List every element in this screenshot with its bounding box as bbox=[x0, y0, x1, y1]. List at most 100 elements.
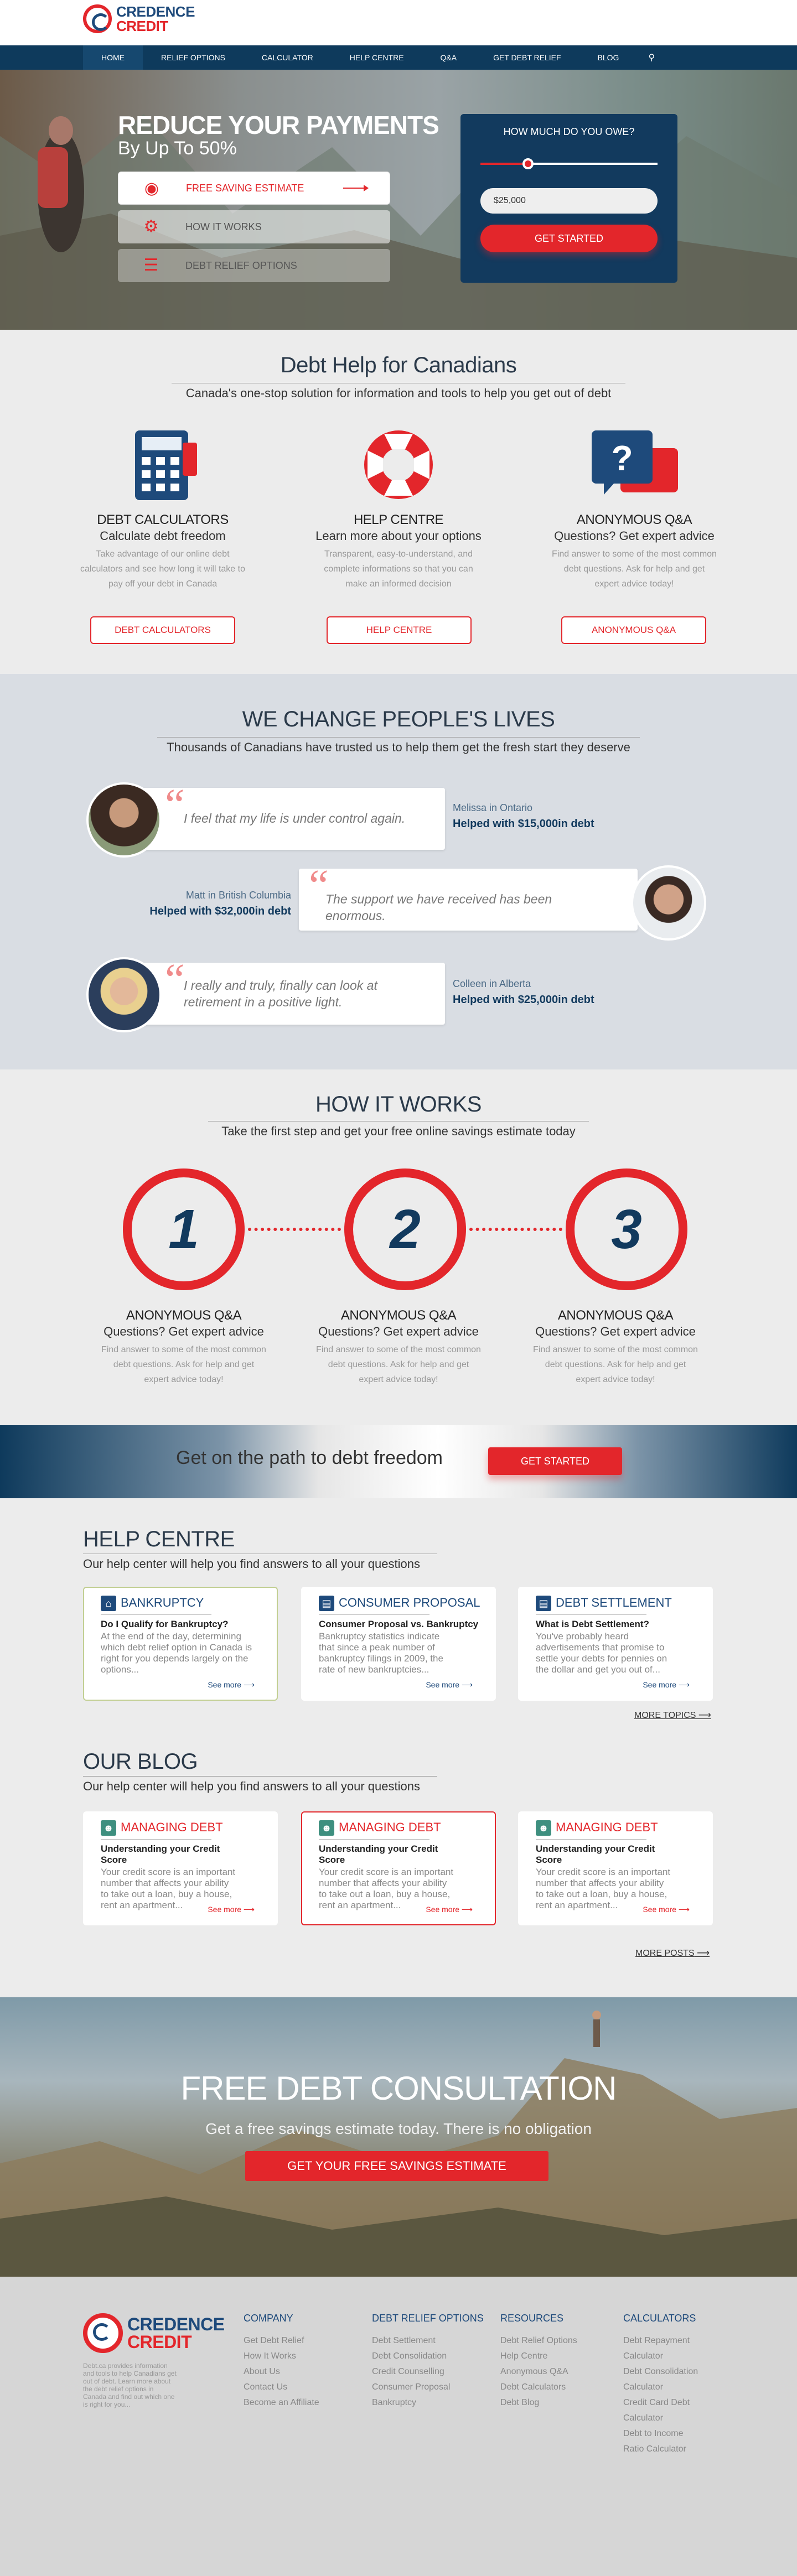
how-it-works-subtitle: Take the first step and get your free on… bbox=[221, 1124, 576, 1138]
see-more-link[interactable]: See more ⟶ bbox=[426, 1905, 473, 1914]
debt-calculators-button[interactable]: DEBT CALCULATORS bbox=[90, 616, 235, 644]
footer-link[interactable]: Debt Settlement bbox=[372, 2333, 484, 2349]
see-more-link[interactable]: See more ⟶ bbox=[208, 1680, 255, 1690]
see-more-link[interactable]: See more ⟶ bbox=[643, 1905, 690, 1914]
arrow-right-icon bbox=[343, 185, 369, 191]
footer-link[interactable]: Debt Consolidation Calculator bbox=[623, 2364, 706, 2395]
logo-text-line2: CREDIT bbox=[116, 18, 168, 34]
help-centre-button[interactable]: HELP CENTRE bbox=[327, 616, 472, 644]
nav-calculator[interactable]: CALCULATOR bbox=[244, 45, 332, 70]
logo-text-line1: CREDENCE bbox=[116, 3, 195, 20]
see-more-label: See more bbox=[426, 1680, 460, 1689]
see-more-link[interactable]: See more ⟶ bbox=[643, 1680, 690, 1690]
hero-section: REDUCE YOUR PAYMENTS By Up To 50% ◉ FREE… bbox=[0, 70, 797, 330]
debt-amount-input[interactable] bbox=[480, 188, 658, 214]
step-number-3: 3 bbox=[566, 1168, 687, 1290]
testimonials-subtitle: Thousands of Canadians have trusted us t… bbox=[167, 740, 630, 754]
footer-link[interactable]: Contact Us bbox=[244, 2380, 319, 2395]
footer-link[interactable]: How It Works bbox=[244, 2349, 319, 2364]
free-saving-estimate-button[interactable]: ◉ FREE SAVING ESTIMATE bbox=[118, 172, 390, 205]
banner-get-started-button[interactable]: GET STARTED bbox=[488, 1447, 622, 1475]
free-savings-estimate-button[interactable]: GET YOUR FREE SAVINGS ESTIMATE bbox=[245, 2151, 548, 2181]
footer-link[interactable]: Bankruptcy bbox=[372, 2395, 484, 2411]
footer-link[interactable]: Get Debt Relief bbox=[244, 2333, 319, 2349]
help-card-consumer-proposal[interactable]: ▤ CONSUMER PROPOSAL Consumer Proposal vs.… bbox=[301, 1587, 496, 1701]
divider bbox=[157, 737, 640, 738]
card-question: What is Debt Settlement? bbox=[536, 1619, 649, 1629]
step-subtitle: Questions? Get expert advice bbox=[318, 1325, 479, 1338]
step-subtitle: Questions? Get expert advice bbox=[103, 1325, 264, 1338]
debt-calculators-column: DEBT CALCULATORS Calculate debt freedom … bbox=[63, 512, 262, 591]
search-icon[interactable]: ⚲ bbox=[648, 52, 655, 63]
footer-link[interactable]: Debt Consolidation bbox=[372, 2349, 484, 2364]
footer-link[interactable]: Become an Affiliate bbox=[244, 2395, 319, 2411]
nav-home[interactable]: HOME bbox=[83, 45, 143, 70]
card-text: You've probably heard advertisements tha… bbox=[536, 1631, 667, 1675]
help-card-bankruptcy[interactable]: ⌂ BANKRUPTCY Do I Qualify for Bankruptcy?… bbox=[83, 1587, 278, 1701]
card-question: Understanding your Credit Score bbox=[536, 1843, 655, 1865]
see-more-link[interactable]: See more ⟶ bbox=[208, 1905, 255, 1914]
blog-card-1[interactable]: ☻ MANAGING DEBT Understanding your Credit… bbox=[83, 1811, 278, 1925]
more-posts-link[interactable]: MORE POSTS ⟶ bbox=[635, 1947, 710, 1959]
debt-relief-options-button[interactable]: ☰ DEBT RELIEF OPTIONS bbox=[118, 249, 390, 282]
testimonial-debt: Helped with $15,000in debt bbox=[453, 818, 594, 830]
nav-help-centre[interactable]: HELP CENTRE bbox=[332, 45, 422, 70]
footer-link[interactable]: Credit Card Debt Calculator bbox=[623, 2395, 706, 2426]
more-topics-link[interactable]: MORE TOPICS ⟶ bbox=[634, 1710, 711, 1721]
footer-logo[interactable]: CREDENCE CREDIT bbox=[83, 2313, 225, 2353]
document-icon: ▤ bbox=[536, 1596, 551, 1611]
get-started-button[interactable]: GET STARTED bbox=[480, 225, 658, 252]
footer-column-title: DEBT RELIEF OPTIONS bbox=[372, 2313, 484, 2324]
footer-link[interactable]: Help Centre bbox=[500, 2349, 577, 2364]
card-text: At the end of the day, determining which… bbox=[101, 1631, 252, 1675]
site-logo[interactable]: CREDENCE CREDIT bbox=[83, 4, 195, 33]
card-text: Bankruptcy statistics indicate that sinc… bbox=[319, 1631, 443, 1675]
blog-card-2[interactable]: ☻ MANAGING DEBT Understanding your Credit… bbox=[301, 1811, 496, 1925]
footer-link[interactable]: Anonymous Q&A bbox=[500, 2364, 577, 2380]
gears-icon: ⚙ bbox=[143, 217, 159, 236]
question-bubble-icon: ? bbox=[535, 426, 734, 517]
debt-slider-thumb[interactable] bbox=[522, 158, 534, 169]
footer-column-calculators: CALCULATORS Debt Repayment Calculator De… bbox=[623, 2313, 706, 2457]
see-more-label: See more bbox=[426, 1905, 460, 1914]
footer-description: Debt.ca provides information and tools t… bbox=[83, 2362, 177, 2408]
footer-link[interactable]: Debt Repayment Calculator bbox=[623, 2333, 706, 2364]
svg-text:?: ? bbox=[611, 438, 633, 478]
debt-amount-title: HOW MUCH DO YOU OWE? bbox=[503, 126, 635, 137]
footer-link[interactable]: Debt Calculators bbox=[500, 2380, 577, 2395]
footer-link[interactable]: Debt Relief Options bbox=[500, 2333, 577, 2349]
blog-subheading: Our help center will help you find answe… bbox=[83, 1779, 420, 1793]
coins-icon: ☰ bbox=[143, 256, 159, 274]
see-more-link[interactable]: See more ⟶ bbox=[426, 1680, 473, 1690]
nav-relief-options[interactable]: RELIEF OPTIONS bbox=[143, 45, 244, 70]
nav-qa[interactable]: Q&A bbox=[422, 45, 475, 70]
footer-link[interactable]: Debt to Income Ratio Calculator bbox=[623, 2426, 706, 2457]
footer-link[interactable]: Consumer Proposal bbox=[372, 2380, 484, 2395]
how-it-works-label: HOW IT WORKS bbox=[185, 221, 262, 232]
help-card-debt-settlement[interactable]: ▤ DEBT SETTLEMENT What is Debt Settlement… bbox=[518, 1587, 713, 1701]
column-title: HELP CENTRE bbox=[353, 512, 444, 527]
card-tag: MANAGING DEBT bbox=[556, 1820, 658, 1834]
testimonial-quote: I feel that my life is under control aga… bbox=[184, 811, 406, 825]
blog-card-3[interactable]: ☻ MANAGING DEBT Understanding your Credit… bbox=[518, 1811, 713, 1925]
avatar bbox=[86, 782, 162, 858]
nav-get-debt-relief[interactable]: GET DEBT RELIEF bbox=[475, 45, 579, 70]
step-title: ANONYMOUS Q&A bbox=[557, 1308, 674, 1323]
hero-title: REDUCE YOUR PAYMENTS bbox=[118, 111, 439, 139]
quote-icon: “ bbox=[165, 955, 185, 1004]
nav-blog[interactable]: BLOG bbox=[579, 45, 638, 70]
column-subtitle: Learn more about your options bbox=[315, 529, 482, 543]
debt-help-title: Debt Help for Canadians bbox=[280, 353, 517, 377]
divider bbox=[101, 1839, 211, 1840]
testimonial-bubble-2: “ The support we have received has been … bbox=[299, 861, 638, 931]
chat-icon: ☻ bbox=[101, 1820, 116, 1836]
step-3-text: ANONYMOUS Q&A Questions? Get expert advi… bbox=[516, 1308, 715, 1387]
anonymous-qa-button[interactable]: ANONYMOUS Q&A bbox=[561, 616, 706, 644]
testimonial-debt: Helped with $32,000in debt bbox=[149, 905, 291, 917]
how-it-works-button[interactable]: ⚙ HOW IT WORKS bbox=[118, 210, 390, 243]
footer-link[interactable]: Debt Blog bbox=[500, 2395, 577, 2411]
footer-link[interactable]: About Us bbox=[244, 2364, 319, 2380]
footer-link[interactable]: Credit Counselling bbox=[372, 2364, 484, 2380]
testimonial-name: Matt in British Columbia bbox=[185, 890, 291, 901]
testimonial-name: Colleen in Alberta bbox=[453, 978, 531, 989]
